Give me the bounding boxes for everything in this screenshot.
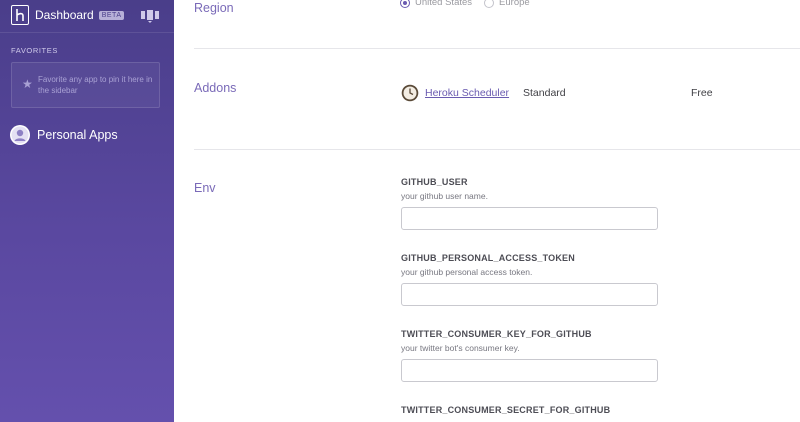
env-description: your twitter bot's consumer key. [401, 343, 520, 353]
env-label: Env [194, 181, 216, 195]
github-user-input[interactable] [401, 207, 658, 230]
region-label: Region [194, 1, 234, 15]
favorites-hint: Favorite any app to pin it here in the s… [38, 75, 153, 95]
addon-heroku-scheduler-link[interactable]: Heroku Scheduler [425, 87, 509, 99]
brand[interactable]: Dashboard BETA [11, 5, 125, 25]
region-option-us[interactable]: United States [400, 0, 472, 8]
region-option-us-label: United States [415, 0, 473, 8]
github-token-input[interactable] [401, 283, 658, 306]
twitter-key-input[interactable] [401, 359, 658, 382]
env-field-github-token: GITHUB_PERSONAL_ACCESS_TOKEN your github… [401, 253, 658, 306]
env-description: your github user name. [401, 191, 488, 201]
divider-addons [194, 149, 800, 150]
env-key: TWITTER_CONSUMER_KEY_FOR_GITHUB [401, 329, 592, 339]
favorites-heading: FAVORITES [11, 46, 58, 55]
env-key: GITHUB_USER [401, 177, 468, 187]
env-field-twitter-secret: TWITTER_CONSUMER_SECRET_FOR_GITHUB [401, 405, 658, 415]
user-avatar-icon [10, 125, 30, 145]
sidebar: Dashboard BETA FAVORITES ★ Favorite any … [0, 0, 174, 422]
addon-price: Free [691, 87, 713, 99]
addon-row: Heroku Scheduler Standard Free [401, 84, 791, 102]
env-description: your github personal access token. [401, 267, 533, 277]
radio-unchecked-icon[interactable] [484, 0, 495, 8]
heroku-logo-icon [11, 5, 29, 25]
beta-badge: BETA [98, 10, 125, 20]
env-field-github-user: GITHUB_USER your github user name. [401, 177, 658, 230]
apps-grid-icon[interactable] [140, 9, 160, 23]
sidebar-item-personal-apps[interactable]: Personal Apps [10, 125, 118, 145]
region-radio-group: United States Europe [400, 0, 542, 8]
clock-icon [401, 84, 419, 102]
brand-name: Dashboard [35, 8, 94, 22]
region-option-europe-label: Europe [499, 0, 530, 8]
radio-checked-icon[interactable] [400, 0, 410, 8]
env-field-twitter-key: TWITTER_CONSUMER_KEY_FOR_GITHUB your twi… [401, 329, 658, 382]
favorites-placeholder: ★ Favorite any app to pin it here in the… [11, 62, 160, 108]
personal-apps-label: Personal Apps [37, 128, 118, 142]
addons-label: Addons [194, 81, 237, 95]
env-key: TWITTER_CONSUMER_SECRET_FOR_GITHUB [401, 405, 611, 415]
main-content: Region United States Europe Addons Herok… [174, 0, 800, 422]
env-key: GITHUB_PERSONAL_ACCESS_TOKEN [401, 253, 575, 263]
star-icon: ★ [22, 77, 33, 91]
region-option-europe[interactable]: Europe [484, 0, 530, 8]
sidebar-divider [0, 32, 174, 33]
addon-plan: Standard [523, 87, 566, 99]
divider-region [194, 48, 800, 49]
